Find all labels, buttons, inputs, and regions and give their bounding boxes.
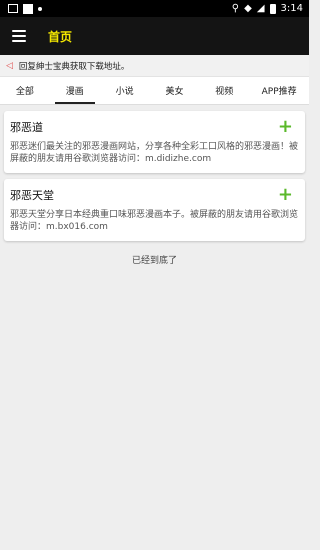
tab-label: 美女	[165, 87, 184, 97]
app-bar: 首页	[0, 17, 309, 55]
square-icon	[23, 3, 33, 14]
tab-label: 漫画	[65, 87, 84, 97]
notice-text: 回复绅士宝典获取下载地址。	[18, 61, 130, 72]
card-header: 邪恶道 +	[10, 117, 299, 137]
signal-icon: ◢	[256, 2, 265, 14]
tab-beauty[interactable]: 美女	[150, 77, 200, 104]
add-icon[interactable]: +	[278, 118, 299, 136]
tab-comics[interactable]: 漫画	[50, 77, 100, 104]
location-icon: ⚲	[231, 2, 240, 14]
speaker-icon: ◁	[6, 60, 13, 71]
tab-label: 全部	[15, 87, 34, 97]
wifi-icon: ◆	[244, 2, 252, 14]
category-tabs: 全部 漫画 小说 美女 视频 APP推荐	[0, 77, 309, 105]
battery-icon	[269, 3, 276, 14]
card-title: 邪恶道	[10, 121, 43, 134]
status-bar: ⚲ ◆ ◢ 3:14	[0, 0, 309, 17]
status-time: 3:14	[280, 3, 303, 14]
page-title: 首页	[48, 29, 73, 44]
tab-all[interactable]: 全部	[0, 77, 50, 104]
card-title: 邪恶天堂	[10, 189, 54, 202]
tab-label: 小说	[115, 87, 134, 97]
card-description: 邪恶迷们最关注的邪恶漫画网站，分享各种全彩工口风格的邪恶漫画！被屏蔽的朋友请用谷…	[10, 142, 299, 164]
end-of-list-text: 已经到底了	[131, 256, 177, 266]
tab-novels[interactable]: 小说	[100, 77, 150, 104]
image-icon	[8, 4, 18, 13]
tab-label: 视频	[215, 87, 234, 97]
add-icon[interactable]: +	[278, 186, 299, 204]
dot-icon	[38, 6, 42, 11]
menu-icon[interactable]	[12, 30, 26, 42]
status-left	[8, 3, 42, 14]
list-item[interactable]: 邪恶天堂 + 邪恶天堂分享日本经典重口味邪恶漫画本子。被屏蔽的朋友请用谷歌浏览器…	[4, 179, 305, 241]
tab-app-recommend[interactable]: APP推荐	[249, 77, 309, 104]
tab-label: APP推荐	[261, 87, 297, 97]
list-item[interactable]: 邪恶道 + 邪恶迷们最关注的邪恶漫画网站，分享各种全彩工口风格的邪恶漫画！被屏蔽…	[4, 111, 305, 173]
notice-bar[interactable]: ◁ 回复绅士宝典获取下载地址。	[0, 55, 309, 77]
status-right: ⚲ ◆ ◢ 3:14	[232, 3, 303, 14]
card-header: 邪恶天堂 +	[10, 185, 299, 205]
tab-videos[interactable]: 视频	[199, 77, 249, 104]
card-description: 邪恶天堂分享日本经典重口味邪恶漫画本子。被屏蔽的朋友请用谷歌浏览器访问：m.bx…	[10, 210, 299, 232]
site-list: 邪恶道 + 邪恶迷们最关注的邪恶漫画网站，分享各种全彩工口风格的邪恶漫画！被屏蔽…	[0, 105, 309, 266]
